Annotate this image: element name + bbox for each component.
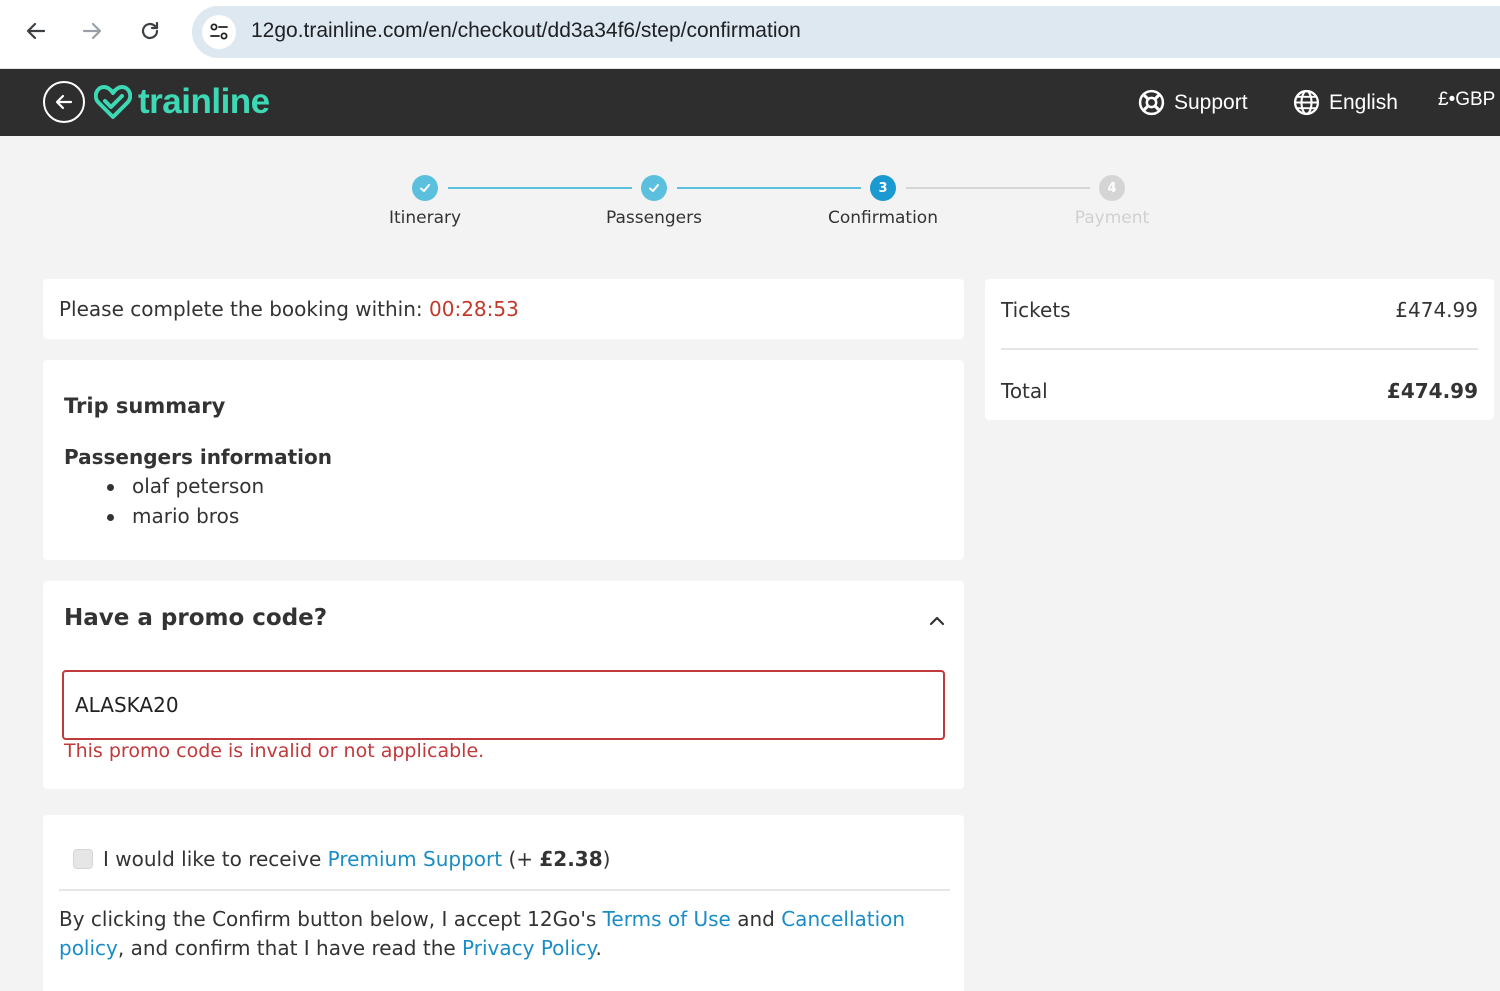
promo-title: Have a promo code? bbox=[64, 605, 328, 631]
step-itinerary-dot[interactable] bbox=[412, 175, 438, 201]
price-summary-card: Tickets £474.99 Total £474.99 bbox=[985, 279, 1494, 420]
promo-code-card: Have a promo code? This promo code is in… bbox=[43, 581, 964, 789]
terms-text-part: and bbox=[730, 907, 782, 931]
trainline-logo[interactable]: trainline bbox=[94, 82, 270, 122]
premium-support-price: £2.38 bbox=[539, 847, 603, 871]
address-bar[interactable]: 12go.trainline.com/en/checkout/dd3a34f6/… bbox=[192, 6, 1500, 58]
booking-timer-card: Please complete the booking within: 00:2… bbox=[43, 279, 964, 339]
forward-button[interactable] bbox=[73, 12, 111, 50]
language-selector[interactable]: English bbox=[1293, 89, 1398, 116]
checkout-stepper: 3 4 Itinerary Passengers Confirmation Pa… bbox=[0, 136, 1500, 256]
site-header: trainline Support English £•GBP bbox=[0, 69, 1500, 136]
site-info-button[interactable] bbox=[202, 15, 236, 49]
tickets-label: Tickets bbox=[1001, 298, 1071, 322]
timer-label: Please complete the booking within: bbox=[59, 297, 430, 321]
passenger-item: mario bros bbox=[81, 501, 264, 531]
tickets-row: Tickets £474.99 bbox=[1001, 298, 1478, 322]
step-connector bbox=[906, 187, 1090, 189]
premium-support-prefix: I would like to receive bbox=[103, 847, 328, 871]
step-payment-dot: 4 bbox=[1099, 175, 1125, 201]
step-passengers-label[interactable]: Passengers bbox=[574, 208, 734, 228]
step-passengers-dot[interactable] bbox=[641, 175, 667, 201]
browser-toolbar: 12go.trainline.com/en/checkout/dd3a34f6/… bbox=[0, 0, 1500, 69]
terms-text-part: , and confirm that I have read the bbox=[117, 936, 463, 960]
passengers-info-title: Passengers information bbox=[64, 445, 332, 469]
premium-support-price-suffix: ) bbox=[602, 847, 611, 871]
chevron-up-icon bbox=[929, 616, 945, 626]
terms-text-part: . bbox=[595, 936, 602, 960]
promo-error-message: This promo code is invalid or not applic… bbox=[64, 740, 485, 762]
trip-summary-card: Trip summary Passengers information olaf… bbox=[43, 360, 964, 560]
lifebuoy-icon bbox=[1138, 89, 1165, 116]
passenger-list: olaf peterson mario bros bbox=[81, 471, 264, 531]
back-button[interactable] bbox=[17, 12, 55, 50]
step-confirmation-label: Confirmation bbox=[828, 208, 938, 228]
url-text: 12go.trainline.com/en/checkout/dd3a34f6/… bbox=[251, 19, 801, 42]
terms-of-use-link[interactable]: Terms of Use bbox=[603, 907, 731, 931]
check-icon bbox=[649, 184, 659, 192]
support-label: Support bbox=[1174, 90, 1248, 114]
step-itinerary-label[interactable]: Itinerary bbox=[345, 208, 505, 228]
passenger-item: olaf peterson bbox=[81, 471, 264, 501]
step-connector bbox=[448, 187, 632, 189]
terms-statement: By clicking the Confirm button below, I … bbox=[59, 905, 949, 963]
terms-text-part: By clicking the Confirm button below, I … bbox=[59, 907, 603, 931]
support-link[interactable]: Support bbox=[1138, 89, 1248, 116]
timer-message: Please complete the booking within: 00:2… bbox=[59, 297, 519, 321]
total-row: Total £474.99 bbox=[1001, 379, 1478, 403]
currency-label: £•GBP bbox=[1438, 89, 1496, 110]
step-confirmation-dot: 3 bbox=[870, 175, 896, 201]
promo-code-input[interactable] bbox=[62, 670, 945, 740]
currency-selector[interactable]: £•GBP bbox=[1438, 89, 1495, 111]
timer-countdown: 00:28:53 bbox=[429, 297, 519, 321]
premium-support-link[interactable]: Premium Support bbox=[328, 847, 502, 871]
tickets-value: £474.99 bbox=[1395, 298, 1478, 322]
header-back-button[interactable] bbox=[43, 81, 85, 123]
reload-icon bbox=[141, 21, 159, 40]
arrow-left-icon bbox=[55, 94, 73, 110]
divider bbox=[1001, 348, 1478, 350]
arrow-right-icon bbox=[82, 22, 102, 40]
collapse-promo-button[interactable] bbox=[925, 609, 949, 633]
total-value: £474.99 bbox=[1386, 379, 1478, 403]
tune-icon bbox=[210, 23, 228, 40]
premium-support-text: I would like to receive Premium Support … bbox=[103, 847, 610, 871]
step-connector bbox=[677, 187, 861, 189]
divider bbox=[59, 889, 950, 891]
trip-summary-title: Trip summary bbox=[64, 394, 226, 418]
globe-icon bbox=[1293, 89, 1320, 116]
total-label: Total bbox=[1001, 379, 1048, 403]
step-payment-label: Payment bbox=[1074, 208, 1150, 228]
logo-text: trainline bbox=[138, 82, 270, 121]
confirm-options-card: I would like to receive Premium Support … bbox=[43, 815, 964, 991]
arrow-left-icon bbox=[26, 22, 46, 40]
check-icon bbox=[420, 184, 430, 192]
reload-button[interactable] bbox=[131, 12, 169, 50]
privacy-policy-link[interactable]: Privacy Policy bbox=[462, 936, 595, 960]
premium-support-checkbox[interactable] bbox=[73, 849, 93, 869]
heart-logo-icon bbox=[94, 85, 132, 119]
premium-support-price-prefix: (+ bbox=[502, 847, 540, 871]
language-label: English bbox=[1329, 90, 1398, 114]
